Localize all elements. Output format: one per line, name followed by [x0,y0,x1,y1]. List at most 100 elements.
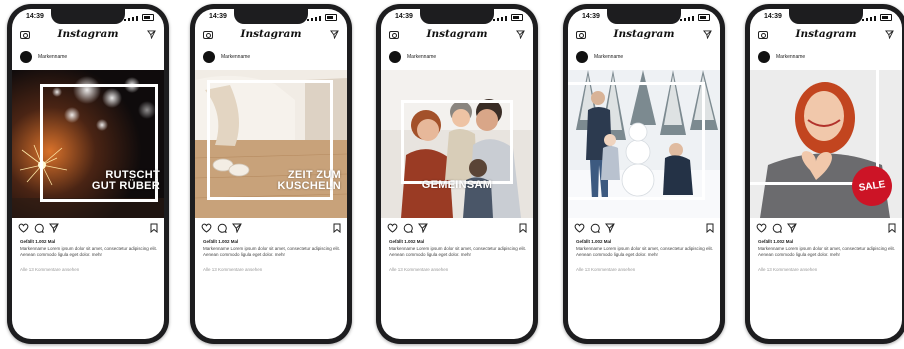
phone-screen: 14:39 Instagram Markenname SALE Gefällt … [750,9,902,339]
avatar[interactable] [576,51,588,63]
post-image[interactable] [568,70,720,218]
photo-frame [750,70,879,185]
post-headline-line: GUT RÜBER [91,180,160,192]
phone-notch [420,9,494,24]
post-headline: ZEIT ZUM KUSCHELN [261,170,341,192]
status-time: 14:39 [764,13,782,20]
view-comments-link[interactable]: Alle 13 Kommentare ansehen [576,267,635,272]
comment-icon[interactable] [217,223,227,233]
app-header: Instagram [568,28,720,46]
post-caption: Markenname Lorem ipsum dolor sit amet, c… [758,246,896,257]
share-icon[interactable] [787,223,797,233]
heart-icon[interactable] [18,223,29,233]
share-icon[interactable] [232,223,242,233]
username[interactable]: Markenname [594,54,623,60]
bookmark-icon[interactable] [888,223,896,233]
phone-screen: 14:39 Instagram Markenname [12,9,164,339]
phone-mockup-2: 14:39 Instagram Markenname ZEIT ZUM KUSC… [190,4,352,344]
post-actions [574,223,714,235]
comment-icon[interactable] [590,223,600,233]
share-icon[interactable] [49,223,59,233]
send-icon[interactable] [516,30,525,39]
post-image[interactable]: ZEIT ZUM KUSCHELN [195,70,347,218]
comment-icon[interactable] [772,223,782,233]
battery-icon [511,14,523,21]
post-user-row[interactable]: Markenname [750,51,902,65]
view-comments-link[interactable]: Alle 13 Kommentare ansehen [758,267,817,272]
post-image[interactable]: RUTSCHT GUT RÜBER [12,70,164,218]
post-headline: GEMEINSAM [381,180,533,191]
heart-icon[interactable] [387,223,398,233]
status-time: 14:39 [209,13,227,20]
view-comments-link[interactable]: Alle 13 Kommentare ansehen [203,267,262,272]
like-count[interactable]: Gefällt 1.002 Mal [389,239,424,244]
phone-screen: 14:39 Instagram Markenname [195,9,347,339]
like-count[interactable]: Gefällt 1.002 Mal [203,239,238,244]
send-icon[interactable] [330,30,339,39]
heart-icon[interactable] [574,223,585,233]
heart-icon[interactable] [201,223,212,233]
post-headline: RUTSCHT GUT RÜBER [82,170,160,192]
post-caption: Markenname Lorem ipsum dolor sit amet, c… [389,246,527,257]
share-icon[interactable] [605,223,615,233]
post-caption: Markenname Lorem ipsum dolor sit amet, c… [20,246,158,257]
heart-icon[interactable] [756,223,767,233]
like-count[interactable]: Gefällt 1.002 Mal [758,239,793,244]
phone-mockup-4: 14:39 Instagram Markenname Gefällt 1.002… [563,4,725,344]
phone-mockup-5: 14:39 Instagram Markenname SALE Gefällt … [745,4,904,344]
signal-icon [493,14,523,21]
send-icon[interactable] [147,30,156,39]
app-logo: Instagram [57,28,119,40]
like-count[interactable]: Gefällt 1.002 Mal [576,239,611,244]
send-icon[interactable] [703,30,712,39]
username[interactable]: Markenname [38,54,67,60]
phone-notch [51,9,125,24]
send-icon[interactable] [885,30,894,39]
bookmark-icon[interactable] [150,223,158,233]
post-image[interactable]: SALE [750,70,902,218]
photo-frame [401,100,513,184]
app-header: Instagram [750,28,902,46]
app-header: Instagram [195,28,347,46]
username[interactable]: Markenname [407,54,436,60]
comment-icon[interactable] [403,223,413,233]
avatar[interactable] [203,51,215,63]
username[interactable]: Markenname [776,54,805,60]
post-user-row[interactable]: Markenname [568,51,720,65]
post-user-row[interactable]: Markenname [195,51,347,65]
view-comments-link[interactable]: Alle 13 Kommentare ansehen [20,267,79,272]
status-time: 14:39 [582,13,600,20]
post-headline-line: KUSCHELN [277,180,341,192]
bookmark-icon[interactable] [333,223,341,233]
app-logo: Instagram [613,28,675,40]
app-header: Instagram [12,28,164,46]
avatar[interactable] [20,51,32,63]
battery-icon [698,14,710,21]
phone-mockup-1: 14:39 Instagram Markenname RUTSCHT GUT R… [7,4,169,344]
phone-mockup-3: 14:39 Instagram Markenname GEMEINSAM Gef… [376,4,538,344]
app-logo: Instagram [240,28,302,40]
post-user-row[interactable]: Markenname [12,51,164,65]
phone-screen: 14:39 Instagram Markenname [568,9,720,339]
phone-notch [234,9,308,24]
signal-icon [307,14,337,21]
app-header: Instagram [381,28,533,46]
signal-icon [862,14,892,21]
post-actions [201,223,341,235]
share-icon[interactable] [418,223,428,233]
battery-icon [142,14,154,21]
post-user-row[interactable]: Markenname [381,51,533,65]
avatar[interactable] [758,51,770,63]
post-actions [18,223,158,235]
photo-frame [568,82,705,200]
bookmark-icon[interactable] [519,223,527,233]
bookmark-icon[interactable] [706,223,714,233]
post-image[interactable]: GEMEINSAM [381,70,533,218]
comment-icon[interactable] [34,223,44,233]
post-actions [387,223,527,235]
avatar[interactable] [389,51,401,63]
like-count[interactable]: Gefällt 1.002 Mal [20,239,55,244]
view-comments-link[interactable]: Alle 13 Kommentare ansehen [389,267,448,272]
post-headline-line: GEMEINSAM [421,179,493,191]
username[interactable]: Markenname [221,54,250,60]
